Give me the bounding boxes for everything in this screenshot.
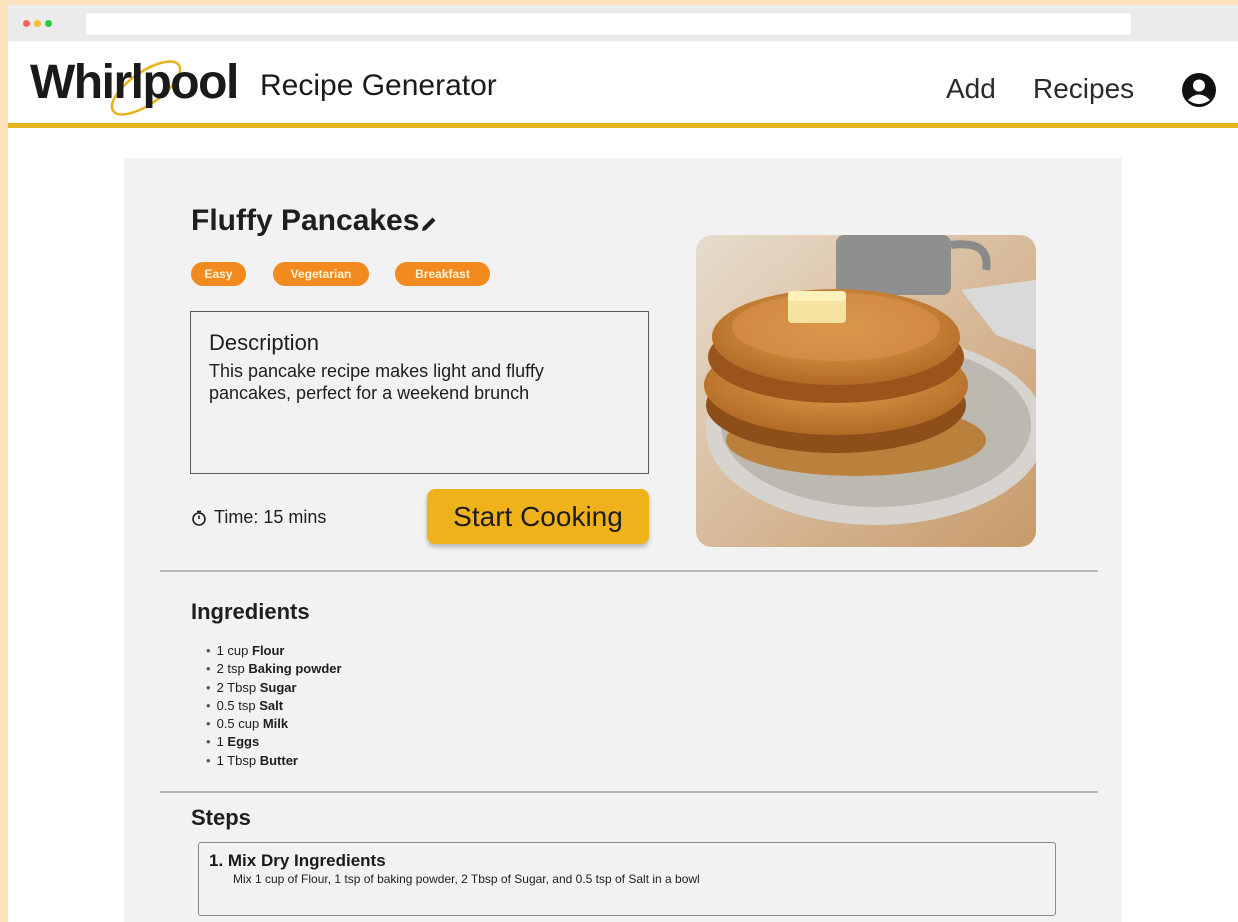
maximize-window-button[interactable] [45, 20, 52, 27]
start-cooking-button[interactable]: Start Cooking [427, 489, 649, 544]
minimize-window-button[interactable] [34, 20, 41, 27]
nav-recipes-link[interactable]: Recipes [1033, 73, 1134, 105]
ingredient-item: 0.5 tsp Salt [206, 697, 342, 715]
recipe-title: Fluffy Pancakes [191, 204, 420, 237]
section-divider [160, 791, 1098, 793]
step-title: 1. Mix Dry Ingredients [209, 851, 386, 870]
tag-vegetarian[interactable]: Vegetarian [273, 262, 369, 286]
description-text: This pancake recipe makes light and fluf… [209, 361, 544, 403]
ingredient-item: 2 Tbsp Sugar [206, 679, 342, 697]
ingredient-item: 1 Eggs [206, 733, 342, 751]
whirlpool-logo[interactable]: Whirlpool [30, 55, 239, 110]
recipe-card: Fluffy Pancakes Easy Vegetarian Breakfas… [124, 158, 1122, 922]
steps-title: Steps [191, 805, 251, 830]
ingredients-title: Ingredients [191, 599, 310, 624]
ingredients-list: 1 cup Flour 2 tsp Baking powder 2 Tbsp S… [206, 642, 342, 770]
step-text: Mix 1 cup of Flour, 1 tsp of baking powd… [233, 872, 700, 886]
close-window-button[interactable] [23, 20, 30, 27]
step-card[interactable]: 1. Mix Dry Ingredients Mix 1 cup of Flou… [198, 842, 1056, 916]
nav-add-link[interactable]: Add [946, 73, 996, 105]
app-title: Recipe Generator [260, 69, 497, 102]
browser-toolbar [8, 5, 1238, 41]
timer-icon [192, 510, 206, 526]
account-circle-icon[interactable] [1181, 72, 1217, 108]
ingredient-item: 1 cup Flour [206, 642, 342, 660]
cook-time: Time: 15 mins [191, 507, 326, 528]
cook-time-text: Time: 15 mins [214, 507, 327, 527]
section-divider [160, 570, 1098, 572]
tag-easy[interactable]: Easy [191, 262, 246, 286]
ingredient-item: 0.5 cup Milk [206, 715, 342, 733]
address-bar[interactable] [86, 13, 1131, 35]
description-heading: Description [209, 330, 320, 355]
app-header: Whirlpool Recipe Generator Add Recipes [8, 41, 1238, 128]
ingredient-item: 1 Tbsp Butter [206, 752, 342, 770]
edit-pencil-icon[interactable] [419, 214, 439, 234]
tag-breakfast[interactable]: Breakfast [395, 262, 490, 286]
description-box: Description This pancake recipe makes li… [190, 311, 649, 474]
pancake-photo [696, 235, 1036, 547]
ingredient-item: 2 tsp Baking powder [206, 660, 342, 678]
